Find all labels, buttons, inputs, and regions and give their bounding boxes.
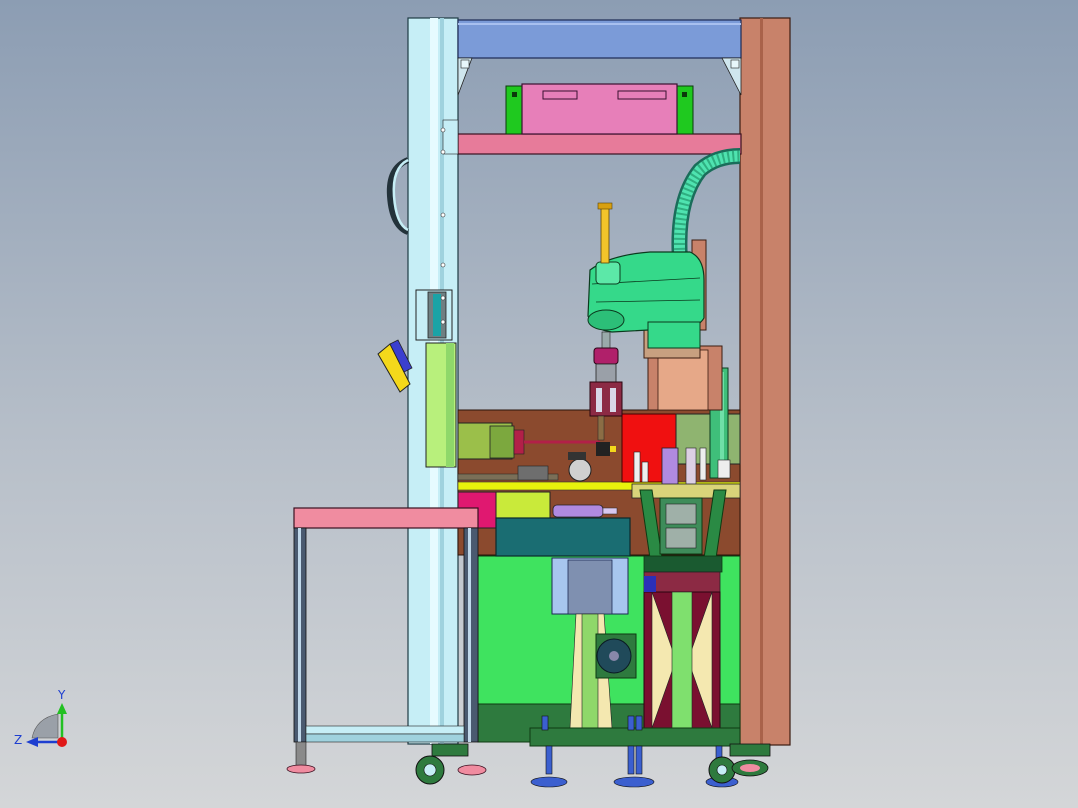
cooling-fan	[595, 633, 637, 679]
upper-shelf	[457, 133, 742, 155]
triad-z-label: Z	[14, 733, 22, 747]
control-cabinet	[505, 83, 694, 135]
right-column	[739, 17, 791, 746]
press-column	[643, 571, 721, 729]
side-sensor	[377, 339, 413, 393]
coordinate-triad: Y Z	[14, 688, 67, 747]
top-beam	[457, 19, 742, 59]
triad-origin	[57, 737, 67, 747]
teal-enclosure	[495, 517, 631, 557]
bench-top	[293, 507, 479, 529]
door-handle[interactable]	[386, 157, 410, 235]
triad-y-label: Y	[57, 688, 66, 702]
cad-viewport[interactable]: Y Z	[0, 0, 1078, 808]
